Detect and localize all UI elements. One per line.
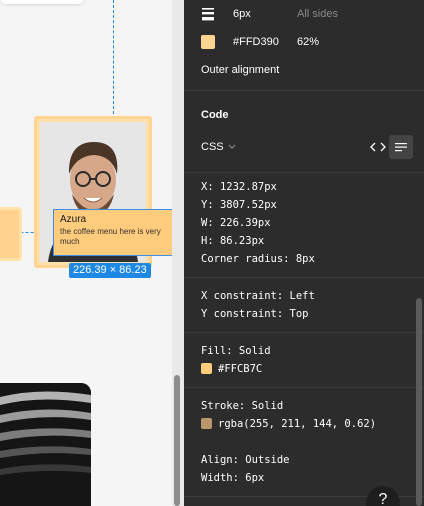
language-select[interactable]: CSS	[201, 141, 224, 153]
stroke-alignment[interactable]: Outer alignment	[201, 64, 279, 76]
code-fill-value: #FFCB7C	[218, 363, 263, 375]
divider	[184, 277, 424, 278]
dark-image	[0, 383, 91, 506]
code-heading: Code	[201, 109, 229, 121]
dimension-badge: 226.39 × 86.23	[69, 263, 151, 278]
label-card-description: the coffee menu here is very much	[60, 227, 161, 246]
label-card[interactable]: Azura the coffee menu here is very much	[53, 209, 172, 256]
help-button[interactable]: ?	[366, 486, 400, 506]
divider	[184, 90, 424, 91]
canvas-scrollbar-thumb[interactable]	[174, 375, 180, 506]
label-card-title: Azura	[60, 214, 87, 225]
top-frame[interactable]	[0, 0, 84, 4]
divider	[184, 387, 424, 388]
stroke-weight-value[interactable]: 6px	[233, 8, 251, 20]
stroke-color-swatch[interactable]	[201, 35, 215, 49]
code-x: X: 1232.87px	[201, 181, 277, 193]
code-h: H: 86.23px	[201, 235, 265, 247]
design-canvas[interactable]: Azura the coffee menu here is very much …	[0, 0, 172, 506]
divider	[184, 332, 424, 333]
code-view-icon[interactable]	[370, 140, 386, 154]
dark-image-card[interactable]	[0, 383, 91, 506]
code-align: Align: Outside	[201, 454, 290, 466]
stroke-sides-select[interactable]: All sides	[297, 8, 338, 20]
panel-scrollbar-thumb[interactable]	[416, 298, 422, 506]
code-stroke-value: rgba(255, 211, 144, 0.62)	[218, 418, 377, 430]
list-view-icon	[395, 143, 407, 152]
code-corner-radius: Corner radius: 8px	[201, 253, 315, 265]
fill-color-swatch	[201, 363, 212, 374]
chevron-down-icon[interactable]	[228, 144, 236, 150]
code-y-constraint: Y constraint: Top	[201, 308, 309, 320]
stroke-opacity[interactable]: 62%	[297, 36, 319, 48]
list-view-button[interactable]	[389, 135, 413, 159]
code-stroke-label: Stroke: Solid	[201, 400, 284, 412]
divider	[184, 172, 424, 173]
code-x-constraint: X constraint: Left	[201, 290, 315, 302]
code-y: Y: 3807.52px	[201, 199, 277, 211]
stroke-weight-icon[interactable]	[201, 7, 215, 21]
stroke-color-hex[interactable]: #FFD390	[233, 36, 279, 48]
code-fill-label: Fill: Solid	[201, 345, 271, 357]
code-w: W: 226.39px	[201, 217, 271, 229]
left-card[interactable]	[0, 207, 22, 261]
properties-panel: 6px All sides #FFD390 62% Outer alignmen…	[184, 0, 424, 506]
stroke-color-swatch-code	[201, 418, 212, 429]
canvas-scrollbar[interactable]	[172, 0, 184, 506]
code-width: Width: 6px	[201, 472, 265, 484]
